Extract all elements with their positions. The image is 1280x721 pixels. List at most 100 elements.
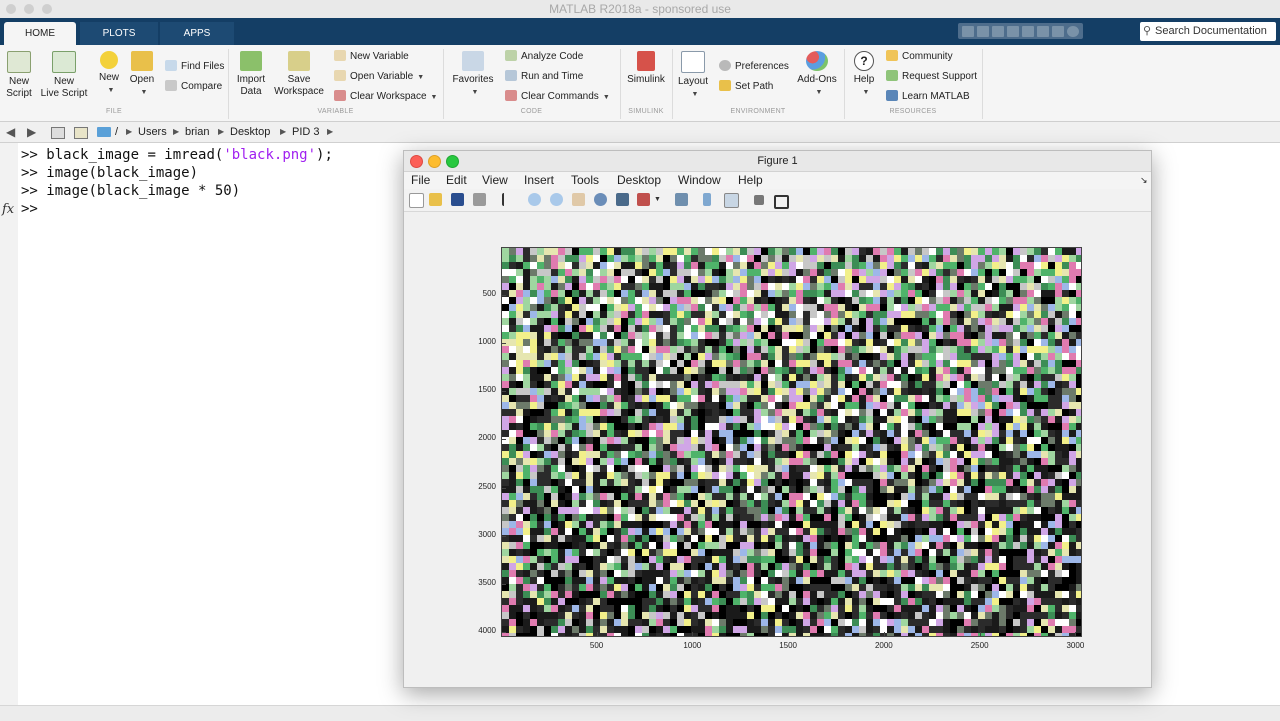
open-file-icon[interactable]	[429, 193, 442, 206]
noise-pixel	[852, 297, 859, 304]
figure-zoom-button[interactable]	[446, 155, 459, 168]
menu-desktop[interactable]: Desktop	[617, 172, 661, 189]
request-support-button[interactable]: Request Support	[886, 70, 977, 84]
figure-window[interactable]: Figure 1 File Edit View Insert Tools Des…	[403, 150, 1152, 688]
noise-pixel	[929, 346, 936, 353]
cut-icon[interactable]	[977, 25, 989, 37]
learn-matlab-button[interactable]: Learn MATLAB	[886, 90, 970, 104]
menu-edit[interactable]: Edit	[446, 172, 467, 189]
menu-tools[interactable]: Tools	[571, 172, 599, 189]
new-figure-icon[interactable]	[409, 193, 424, 208]
tab-plots[interactable]: PLOTS	[80, 22, 158, 45]
noise-pixel	[635, 416, 642, 423]
menu-insert[interactable]: Insert	[524, 172, 554, 189]
figure-close-button[interactable]	[410, 155, 423, 168]
noise-pixel	[747, 451, 754, 458]
close-window-button[interactable]	[6, 4, 16, 14]
forward-arrow-icon[interactable]: ▶	[27, 122, 36, 142]
import-data-button[interactable]: Import Data	[234, 51, 268, 98]
new-button[interactable]: New ▼	[95, 51, 123, 97]
help-button[interactable]: ? Help ▼	[849, 51, 879, 99]
search-documentation-input[interactable]: ⚲ Search Documentation	[1140, 22, 1276, 41]
chevron-down-icon[interactable]: ▼	[654, 193, 661, 206]
breadcrumb-item[interactable]: brian	[185, 122, 209, 142]
save-icon[interactable]	[962, 25, 974, 37]
noise-pixel	[712, 493, 719, 500]
brush-icon[interactable]	[637, 193, 650, 206]
open-variable-button[interactable]: Open Variable ▼	[334, 70, 424, 84]
colorbar-icon[interactable]	[703, 193, 711, 206]
noise-pixel	[831, 626, 838, 633]
zoom-in-icon[interactable]	[528, 193, 541, 206]
menu-view[interactable]: View	[482, 172, 508, 189]
copy-icon[interactable]	[992, 25, 1004, 37]
find-files-button[interactable]: Find Files	[165, 60, 224, 74]
pan-icon[interactable]	[572, 193, 585, 206]
breadcrumb-root[interactable]: /	[115, 122, 118, 142]
save-workspace-button[interactable]: Save Workspace	[272, 51, 326, 98]
zoom-out-icon[interactable]	[550, 193, 563, 206]
clear-workspace-button[interactable]: Clear Workspace ▼	[334, 90, 437, 104]
noise-pixel	[1048, 381, 1055, 388]
run-and-time-button[interactable]: Run and Time	[505, 70, 583, 84]
legend-icon[interactable]	[724, 193, 739, 208]
noise-pixel	[943, 472, 950, 479]
breadcrumb-item[interactable]: Desktop	[230, 122, 270, 142]
menu-window[interactable]: Window	[678, 172, 721, 189]
tab-apps[interactable]: APPS	[160, 22, 234, 45]
link-plot-icon[interactable]	[675, 193, 688, 206]
figure-minimize-button[interactable]	[428, 155, 441, 168]
noise-pixel	[810, 388, 817, 395]
menu-file[interactable]: File	[411, 172, 430, 189]
rotate-3d-icon[interactable]	[594, 193, 607, 206]
function-browser-icon[interactable]: fx	[2, 202, 14, 217]
set-path-button[interactable]: Set Path	[719, 80, 773, 94]
undock-arrow-icon[interactable]: ↘	[1140, 172, 1148, 189]
show-plot-tools-icon[interactable]	[774, 195, 789, 209]
layout-button[interactable]: Layout ▼	[676, 51, 710, 101]
noise-pixel	[817, 500, 824, 507]
up-folder-icon[interactable]	[51, 127, 65, 139]
hide-plot-tools-icon[interactable]	[754, 195, 764, 205]
analyze-code-button[interactable]: Analyze Code	[505, 50, 583, 64]
paste-icon[interactable]	[1007, 25, 1019, 37]
noise-pixel	[950, 619, 957, 626]
menu-help[interactable]: Help	[738, 172, 763, 189]
window-controls[interactable]	[6, 4, 52, 14]
noise-pixel	[579, 514, 586, 521]
noise-pixel	[551, 325, 558, 332]
minimize-window-button[interactable]	[24, 4, 34, 14]
back-arrow-icon[interactable]: ◀	[6, 122, 15, 142]
favorites-button[interactable]: Favorites ▼	[450, 51, 496, 99]
help-icon[interactable]	[1067, 25, 1079, 37]
switch-windows-icon[interactable]	[1052, 25, 1064, 37]
breadcrumb-item[interactable]: PID 3	[292, 122, 320, 142]
browse-folder-icon[interactable]	[74, 127, 88, 139]
add-ons-button[interactable]: Add-Ons ▼	[795, 51, 839, 99]
community-button[interactable]: Community	[886, 50, 953, 64]
new-live-script-button[interactable]: New Live Script	[40, 51, 88, 100]
tab-home[interactable]: HOME	[4, 22, 76, 45]
simulink-button[interactable]: Simulink	[624, 51, 668, 86]
print-icon[interactable]	[473, 193, 486, 206]
open-button[interactable]: Open ▼	[128, 51, 156, 99]
noise-pixel	[537, 535, 544, 542]
redo-icon[interactable]	[1037, 25, 1049, 37]
new-variable-button[interactable]: New Variable	[334, 50, 409, 64]
noise-pixel	[712, 451, 719, 458]
breadcrumb-item[interactable]: Users	[138, 122, 167, 142]
compare-button[interactable]: Compare	[165, 80, 222, 94]
undo-icon[interactable]	[1022, 25, 1034, 37]
new-script-button[interactable]: New Script	[4, 51, 34, 100]
noise-pixel	[621, 619, 628, 626]
noise-pixel	[1020, 276, 1027, 283]
data-cursor-icon[interactable]	[616, 193, 629, 206]
noise-pixel	[866, 304, 873, 311]
command-prompt[interactable]: >>	[21, 200, 38, 218]
pointer-icon[interactable]	[502, 193, 513, 206]
image-axes[interactable]	[501, 247, 1082, 637]
clear-commands-button[interactable]: Clear Commands ▼	[505, 90, 610, 104]
save-icon[interactable]	[451, 193, 464, 206]
zoom-window-button[interactable]	[42, 4, 52, 14]
preferences-button[interactable]: Preferences	[719, 60, 789, 74]
